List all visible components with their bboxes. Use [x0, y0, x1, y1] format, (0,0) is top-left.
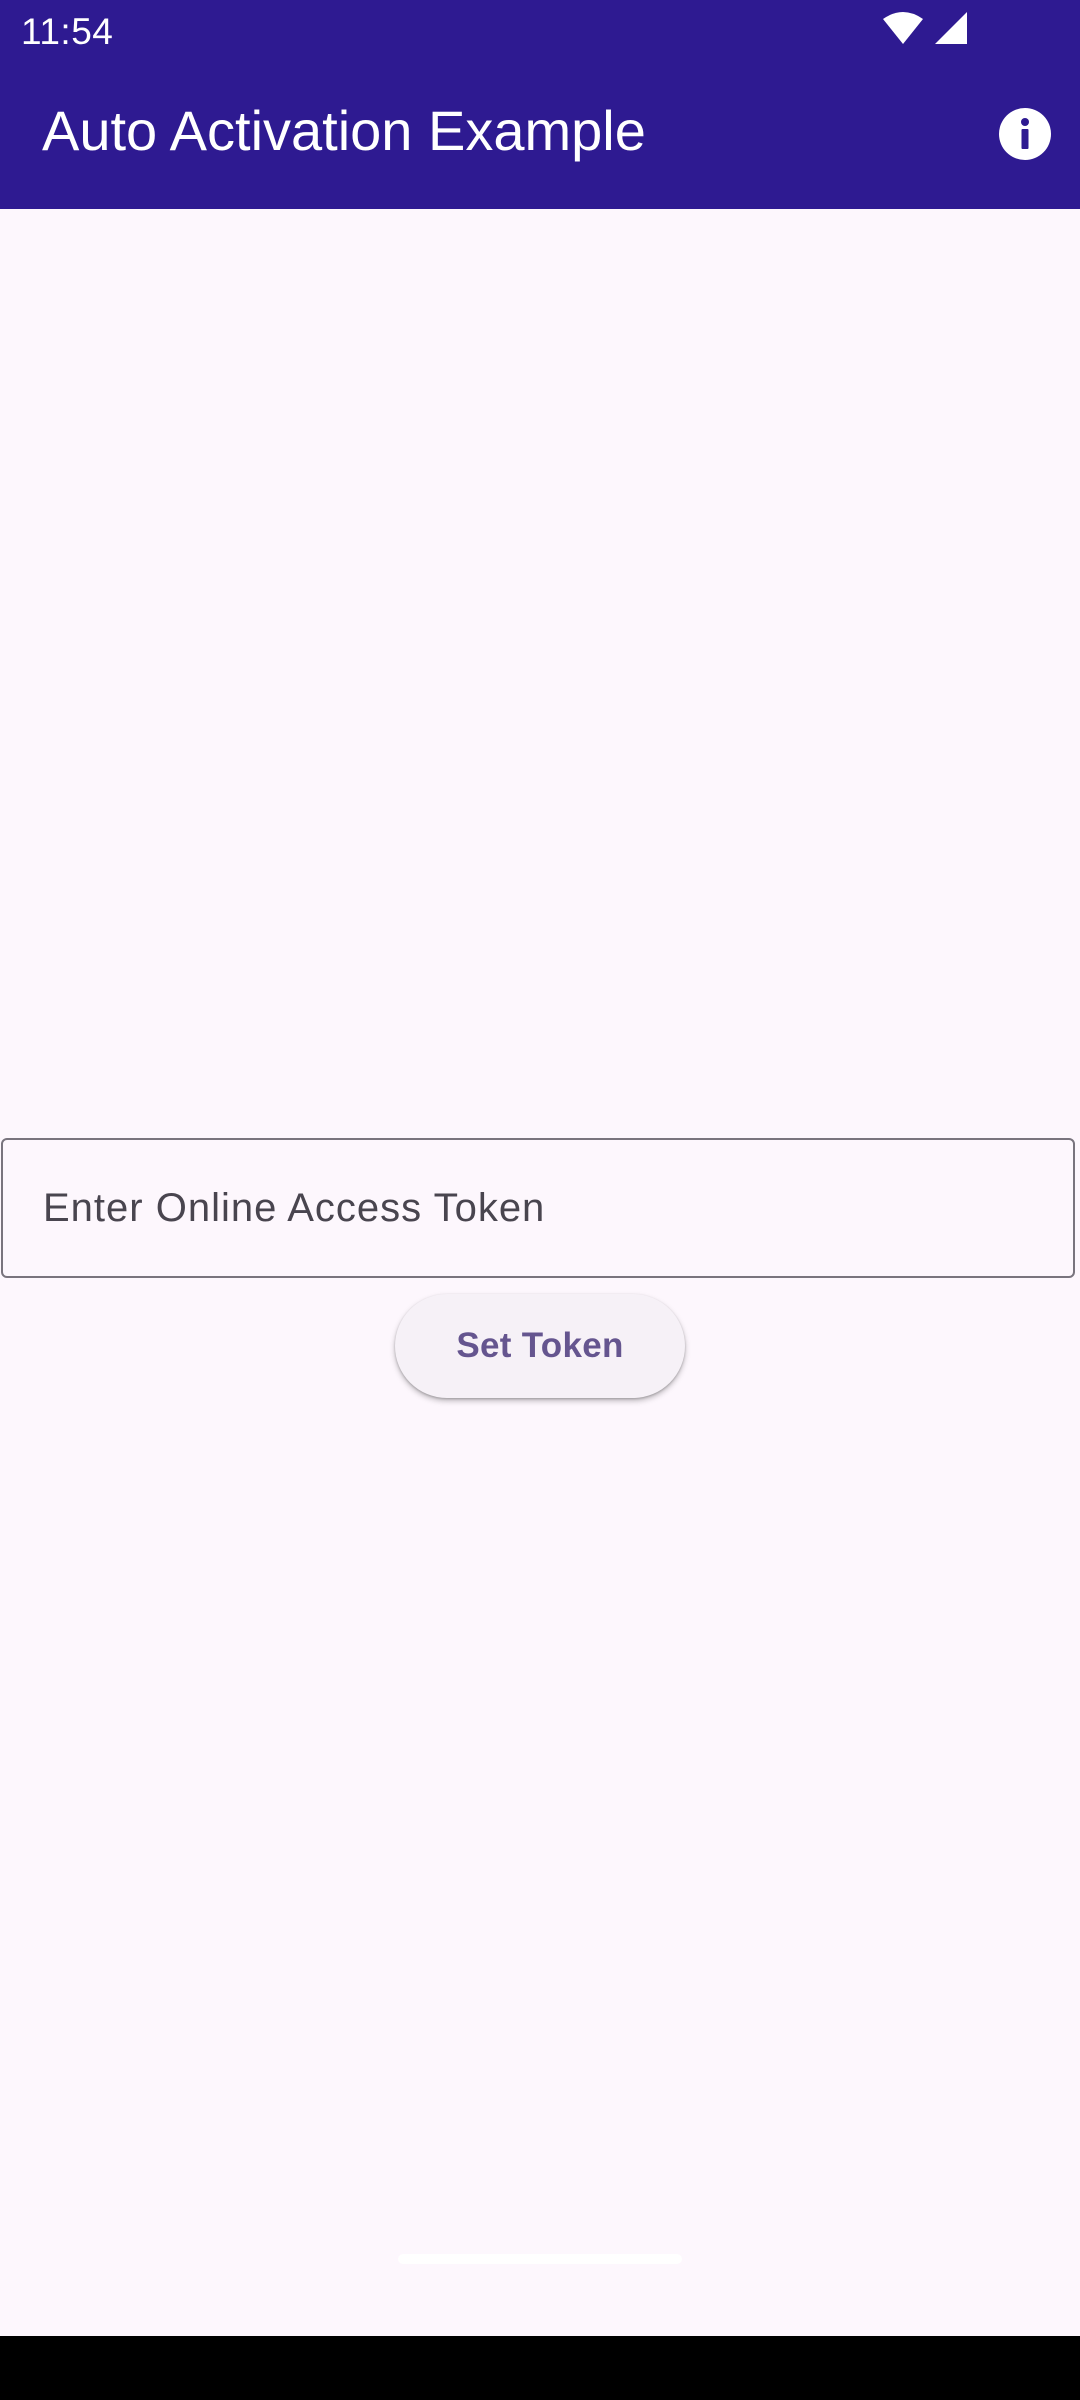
app-screen: 11:54 Auto Activation Example Enter Onli…: [0, 0, 1080, 2400]
status-time: 11:54: [21, 11, 114, 52]
home-indicator[interactable]: [398, 2254, 682, 2264]
status-icons: [882, 11, 968, 50]
wifi-icon: [882, 11, 924, 50]
cellular-signal-icon: [934, 11, 968, 50]
app-title: Auto Activation Example: [42, 99, 646, 162]
info-icon: [998, 107, 1052, 166]
set-token-button[interactable]: Set Token: [395, 1294, 685, 1398]
token-input[interactable]: [43, 1185, 1073, 1231]
navigation-bar: [0, 2336, 1080, 2400]
status-bar: 11:54: [0, 0, 1080, 63]
app-bar: Auto Activation Example: [0, 63, 1080, 209]
info-button[interactable]: [992, 103, 1058, 169]
set-token-button-label: Set Token: [456, 1326, 624, 1365]
token-field[interactable]: [1, 1138, 1075, 1278]
